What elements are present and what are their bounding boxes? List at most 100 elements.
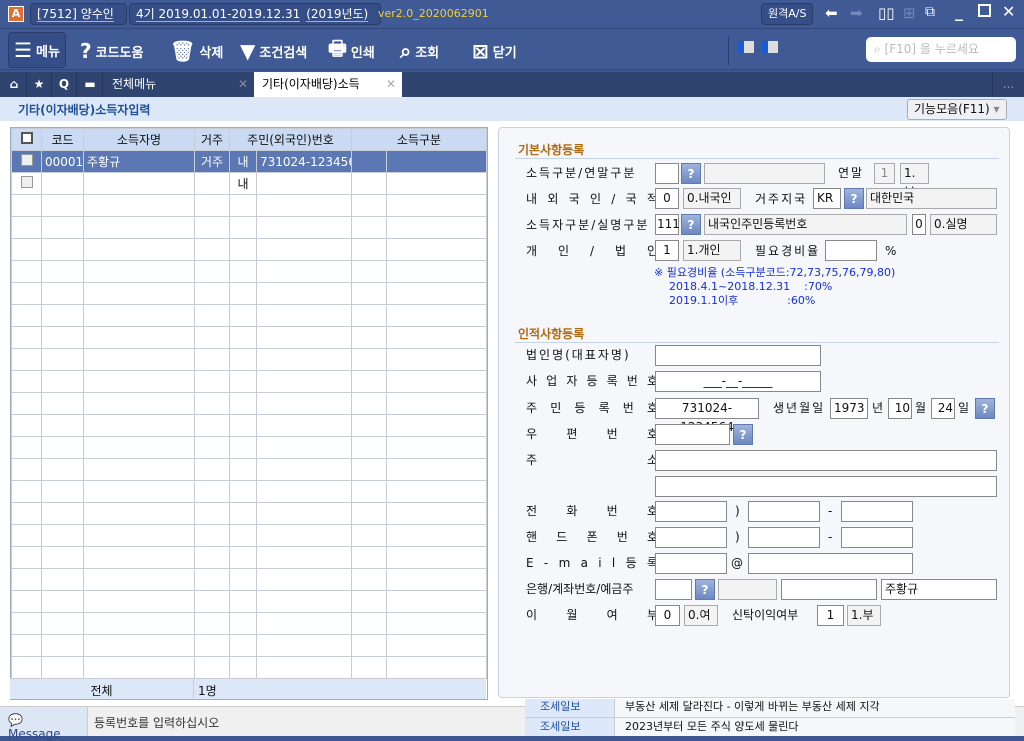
grid-cell[interactable]: [229, 656, 257, 679]
table-row-empty[interactable]: [11, 392, 487, 415]
grid-cell[interactable]: [386, 370, 487, 393]
table-row-empty[interactable]: [11, 304, 487, 327]
grid-cell[interactable]: [83, 216, 195, 239]
code-help-button[interactable]: ? 코드도움: [80, 35, 143, 67]
grid-cell[interactable]: [41, 392, 84, 415]
grid-cell[interactable]: [41, 260, 84, 283]
grid-cell[interactable]: [194, 326, 230, 349]
grid-cell[interactable]: [351, 590, 387, 613]
print-button[interactable]: 🖶 인쇄: [328, 35, 375, 67]
earner-type-code-input[interactable]: 111: [655, 214, 680, 235]
forward-arrow-icon[interactable]: ➡: [850, 4, 863, 22]
birth-day-input[interactable]: 24: [931, 398, 955, 419]
table-row-empty[interactable]: [11, 370, 487, 393]
grid-cell[interactable]: [11, 304, 42, 327]
grid-cell[interactable]: [83, 656, 195, 679]
grid-cell[interactable]: [256, 370, 352, 393]
grid-cell[interactable]: [386, 502, 487, 525]
grid-cell[interactable]: [351, 502, 387, 525]
grid-cell[interactable]: [386, 194, 487, 217]
grid-cell[interactable]: [41, 656, 84, 679]
email-user-input[interactable]: [655, 553, 727, 574]
grid-cell[interactable]: [194, 546, 230, 569]
grid-cell[interactable]: [256, 282, 352, 305]
account-input[interactable]: [781, 579, 877, 600]
table-row[interactable]: 내: [11, 172, 487, 195]
close-icon[interactable]: ✕: [1002, 2, 1015, 21]
table-row-empty[interactable]: [11, 590, 487, 613]
grid-cell[interactable]: [229, 634, 257, 657]
cell-domestic[interactable]: 내: [229, 172, 257, 195]
grid-cell[interactable]: [83, 458, 195, 481]
grid-cell[interactable]: [386, 612, 487, 635]
grid-cell[interactable]: [41, 238, 84, 261]
grid-cell[interactable]: [11, 612, 42, 635]
grid-cell[interactable]: [83, 304, 195, 327]
grid-cell[interactable]: [194, 348, 230, 371]
company-selector[interactable]: [7512] 양수인: [30, 3, 127, 25]
row-checkbox[interactable]: [11, 150, 42, 173]
grid-cell[interactable]: [386, 546, 487, 569]
table-row-empty[interactable]: [11, 436, 487, 459]
zip-input[interactable]: [655, 424, 730, 445]
grid-cell[interactable]: [229, 392, 257, 415]
grid-cell[interactable]: [41, 634, 84, 657]
grid-cell[interactable]: [351, 194, 387, 217]
grid-cell[interactable]: [229, 370, 257, 393]
table-row-empty[interactable]: [11, 414, 487, 437]
grid-cell[interactable]: [229, 612, 257, 635]
table-row-empty[interactable]: [11, 656, 487, 679]
table-row-empty[interactable]: [11, 348, 487, 371]
grid-cell[interactable]: [194, 502, 230, 525]
layout-icon-1[interactable]: [738, 41, 754, 53]
grid-cell[interactable]: [11, 326, 42, 349]
grid-cell[interactable]: [83, 370, 195, 393]
maximize-icon[interactable]: [978, 4, 991, 17]
col-id-number[interactable]: 주민(외국인)번호: [229, 128, 352, 151]
row-checkbox[interactable]: [11, 172, 42, 195]
table-row-empty[interactable]: [11, 260, 487, 283]
grid-cell[interactable]: [256, 634, 352, 657]
grid-cell[interactable]: [256, 458, 352, 481]
grid-cell[interactable]: [229, 282, 257, 305]
grid-cell[interactable]: [194, 480, 230, 503]
cell-name[interactable]: 주황규: [83, 150, 195, 173]
grid-cell[interactable]: [351, 216, 387, 239]
close-button[interactable]: ⊠ 닫기: [472, 35, 517, 67]
grid-cell[interactable]: [229, 238, 257, 261]
news-headline[interactable]: 부동산 세제 달라진다 - 이렇게 바뀌는 부동산 세제 지각: [625, 700, 880, 714]
grid-cell[interactable]: [351, 370, 387, 393]
grid-cell[interactable]: [11, 260, 42, 283]
grid-cell[interactable]: [194, 458, 230, 481]
tab-other-income[interactable]: 기타(이자배당)소득 ✕: [254, 72, 402, 97]
email-domain-input[interactable]: [748, 553, 913, 574]
mobile-mid-input[interactable]: [748, 527, 820, 548]
table-row-empty[interactable]: [11, 502, 487, 525]
table-row-empty[interactable]: [11, 458, 487, 481]
grid-cell[interactable]: [11, 436, 42, 459]
bank-help-icon[interactable]: ?: [695, 579, 715, 600]
grid-cell[interactable]: [83, 194, 195, 217]
col-residence[interactable]: 거주: [194, 128, 230, 151]
cell-code[interactable]: [41, 172, 84, 195]
grid-cell[interactable]: [194, 392, 230, 415]
grid-cell[interactable]: [229, 480, 257, 503]
birth-year-input[interactable]: 1973: [830, 398, 868, 419]
grid-cell[interactable]: [256, 590, 352, 613]
cell-income-code[interactable]: [351, 150, 387, 173]
bank-code-input[interactable]: [655, 579, 692, 600]
table-row-empty[interactable]: [11, 568, 487, 591]
calendar-icon[interactable]: ▬: [78, 72, 103, 97]
layout-icon-2[interactable]: [762, 41, 778, 53]
cell-residence[interactable]: [194, 172, 230, 195]
grid-cell[interactable]: [229, 502, 257, 525]
grid-cell[interactable]: [41, 414, 84, 437]
cell-income-type[interactable]: [386, 172, 487, 195]
news-headline[interactable]: 2023년부터 모든 주식 양도세 물린다: [625, 720, 799, 734]
birth-month-input[interactable]: 10: [888, 398, 912, 419]
grid-cell[interactable]: [256, 216, 352, 239]
grid-cell[interactable]: [256, 524, 352, 547]
home-icon[interactable]: ⌂: [2, 72, 27, 97]
grid-cell[interactable]: [83, 436, 195, 459]
grid-cell[interactable]: [229, 260, 257, 283]
